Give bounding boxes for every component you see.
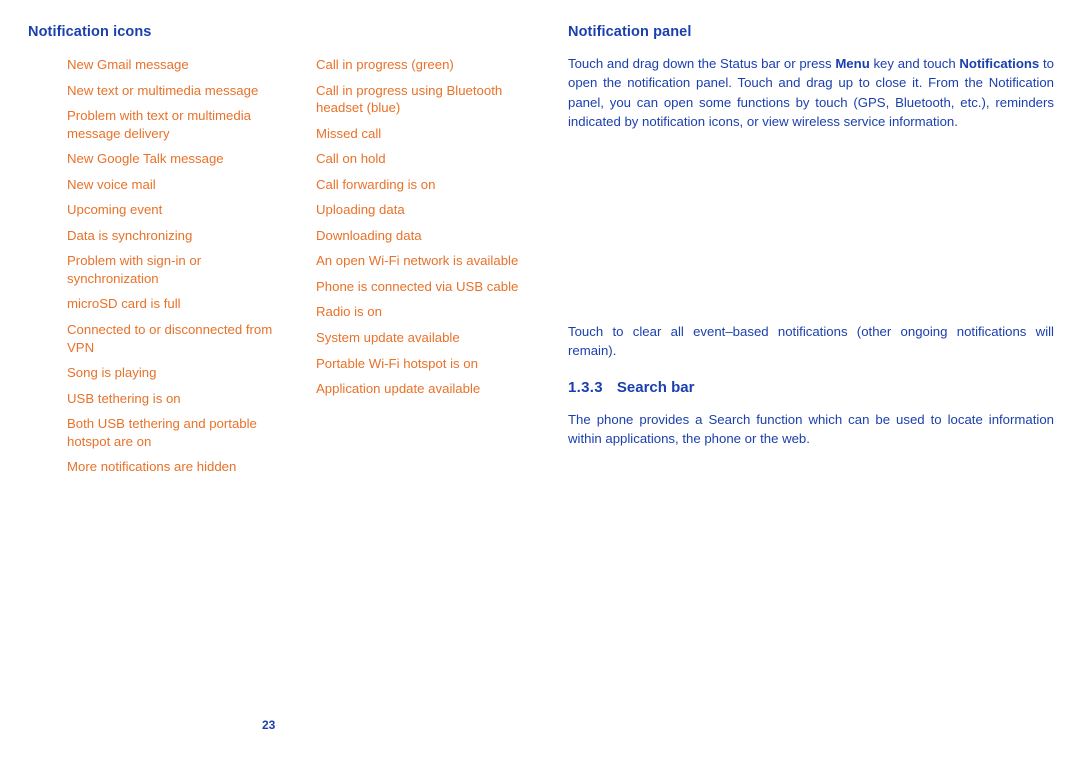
- list-item: Application update available: [316, 381, 481, 397]
- list-item: Both USB tethering and portable hotspot …: [67, 416, 257, 449]
- section-number: 1.3.3: [568, 379, 603, 396]
- list-item: An open Wi-Fi network is available: [316, 253, 519, 269]
- left-page-heading: Notification icons: [28, 24, 152, 40]
- list-item: Call forwarding is on: [316, 176, 436, 192]
- list-item: Upcoming event: [67, 202, 163, 218]
- list-item: System update available: [316, 330, 460, 346]
- list-item: microSD card is full: [67, 296, 181, 312]
- document-page-spread: Notification icons New Gmail message New …: [0, 0, 1080, 767]
- list-item: Radio is on: [316, 304, 382, 320]
- list-item: New Google Talk message: [67, 151, 224, 167]
- list-item: More notifications are hidden: [67, 459, 237, 475]
- notification-panel-paragraph: Touch and drag down the Status bar or pr…: [568, 54, 1054, 132]
- clear-notifications-paragraph: Touch to clear all event–based notificat…: [568, 324, 1054, 359]
- search-bar-paragraph: The phone provides a Search function whi…: [568, 412, 1054, 447]
- list-item: Missed call: [316, 125, 382, 141]
- search-bar-section-heading: 1.3.3 Search bar: [568, 379, 694, 396]
- list-item: Downloading data: [316, 227, 422, 243]
- list-item: New Gmail message: [67, 57, 189, 72]
- left-page: Notification icons New Gmail message New …: [0, 0, 540, 767]
- list-item: Phone is connected via USB cable: [316, 278, 519, 294]
- notification-icons-column-b: Call in progress (green) Call in progress…: [316, 56, 521, 406]
- list-item: Connected to or disconnected from VPN: [67, 322, 273, 355]
- left-page-number: 23: [262, 718, 276, 732]
- list-item: Song is playing: [67, 365, 157, 381]
- list-item: Call in progress using Bluetooth headset…: [316, 82, 503, 116]
- emphasis-text: Menu: [835, 56, 870, 71]
- list-item: USB tethering is on: [67, 390, 181, 406]
- section-title: Search bar: [616, 379, 695, 396]
- list-item: Uploading data: [316, 202, 405, 218]
- right-page: Notification panel Touch and drag down t…: [540, 0, 1080, 767]
- list-item: Problem with text or multimedia message …: [67, 108, 251, 141]
- emphasis-text: Notifications: [959, 56, 1040, 71]
- list-item: Call in progress (green): [316, 57, 454, 72]
- list-item: New voice mail: [67, 176, 156, 192]
- notification-icons-column-a: New Gmail message New text or multimedia …: [67, 56, 285, 484]
- body-text-run: Touch and drag down the Status bar or pr…: [568, 56, 836, 71]
- body-text-run: key and touch: [869, 56, 960, 71]
- list-item: New text or multimedia message: [67, 82, 259, 98]
- list-item: Portable Wi-Fi hotspot is on: [316, 355, 478, 371]
- right-page-heading: Notification panel: [568, 24, 692, 40]
- list-item: Data is synchronizing: [67, 227, 193, 243]
- list-item: Problem with sign-in or synchronization: [67, 253, 202, 286]
- list-item: Call on hold: [316, 151, 386, 167]
